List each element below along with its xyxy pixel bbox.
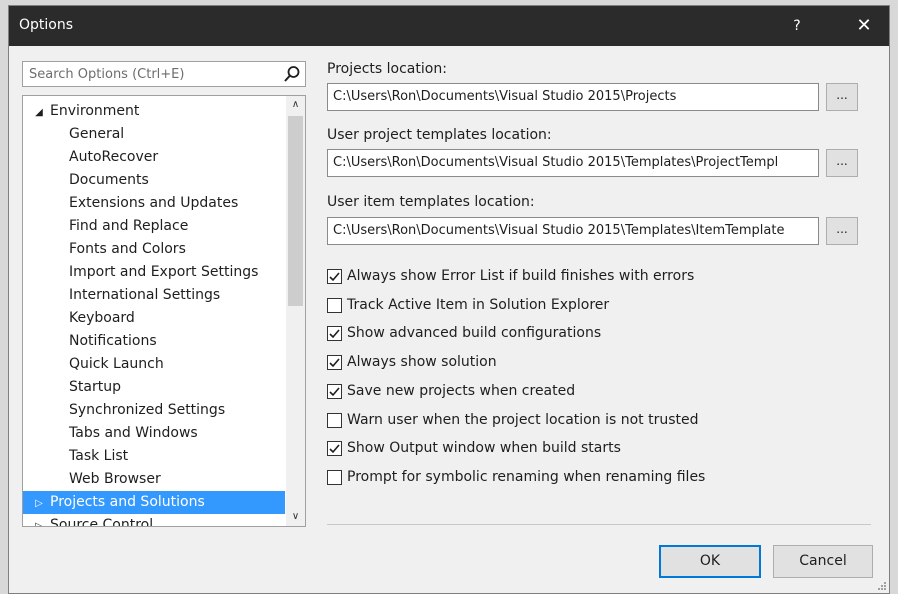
checkbox-label: Show advanced build configurations [347,325,602,342]
resize-grip-icon[interactable] [877,581,887,591]
checkbox-unchecked-icon[interactable] [327,297,342,313]
expanded-arrow-icon[interactable]: ◢ [32,101,46,124]
tree-item-label: Notifications [69,333,157,349]
checkbox-label: Always show solution [347,354,497,371]
tree-item-label: AutoRecover [69,149,159,165]
dialog-title: Options [19,17,74,33]
checkbox-label: Prompt for symbolic renaming when renami… [347,468,706,485]
tree-item[interactable]: Tabs and Windows [23,422,285,445]
tree-item[interactable]: ◢ Environment [23,100,285,123]
checkbox-checked-icon[interactable] [327,326,342,342]
checkbox-label: Warn user when the project location is n… [347,411,699,428]
title-bar: Options ? ✕ [9,6,889,46]
item-templates-field[interactable]: C:\Users\Ron\Documents\Visual Studio 201… [327,217,819,245]
checkbox-label: Show Output window when build starts [347,440,621,457]
tree-item-label: Task List [69,448,129,464]
tree-item[interactable]: Fonts and Colors [23,238,285,261]
tree-item[interactable]: International Settings [23,284,285,307]
close-button[interactable]: ✕ [837,6,891,46]
tree-item[interactable]: Extensions and Updates [23,192,285,215]
collapsed-arrow-icon[interactable]: ▷ [32,492,46,515]
cancel-button[interactable]: Cancel [773,545,873,578]
tree-item-label: Documents [69,172,149,188]
tree-item-label: Extensions and Updates [69,195,239,211]
tree-item-label: Fonts and Colors [69,241,186,257]
tree-item-label: General [69,126,125,142]
tree-item-label: Import and Export Settings [69,264,259,280]
tree-item[interactable]: Keyboard [23,307,285,330]
options-tree: ◢ Environment General AutoRecover Documents E… [22,95,306,527]
project-templates-browse-button[interactable]: ... [826,149,858,177]
tree-item[interactable]: ▷ Projects and Solutions [23,491,285,514]
ok-button[interactable]: OK [659,545,761,578]
projects-location-label: Projects location: [327,61,447,77]
tree-item[interactable]: General [23,123,285,146]
options-dialog: Options ? ✕ ◢Environment General AutoRecov… [8,5,890,594]
checkbox-checked-icon[interactable] [327,383,342,399]
tree-item[interactable]: Web Browser [23,468,285,491]
scroll-up-icon[interactable]: ∧ [286,96,305,114]
tree-scrollbar[interactable]: ∧ ∨ [286,96,305,526]
scrollbar-thumb[interactable] [288,116,303,306]
tree-item[interactable]: Task List [23,445,285,468]
tree-item[interactable]: AutoRecover [23,146,285,169]
collapsed-arrow-icon[interactable]: ▷ [32,515,46,526]
tree-item-label: International Settings [69,287,221,303]
checkbox-label: Save new projects when created [347,382,576,399]
tree-item-label: Quick Launch [69,356,164,372]
checkbox-checked-icon[interactable] [327,355,342,371]
search-icon[interactable] [283,65,301,83]
checkbox-label: Track Active Item in Solution Explorer [347,296,610,313]
tree-item-label: Find and Replace [69,218,189,234]
tree-item[interactable]: Quick Launch [23,353,285,376]
project-templates-field[interactable]: C:\Users\Ron\Documents\Visual Studio 201… [327,149,819,177]
tree-item-label: Environment [50,103,140,119]
tree-item-label: Startup [69,379,121,395]
tree-item[interactable]: ▷ Source Control [23,514,285,527]
tree-item[interactable]: Synchronized Settings [23,399,285,422]
search-box [22,61,306,87]
tree-item-label: Projects and Solutions [50,494,205,510]
tree-item-label: Keyboard [69,310,135,326]
tree-item-label: Synchronized Settings [69,402,226,418]
tree-item[interactable]: Documents [23,169,285,192]
search-input[interactable] [23,62,279,86]
projects-location-browse-button[interactable]: ... [826,83,858,111]
tree-item-label: Tabs and Windows [69,425,198,441]
tree-item[interactable]: Find and Replace [23,215,285,238]
tree-item[interactable]: Notifications [23,330,285,353]
tree-item[interactable]: Import and Export Settings [23,261,285,284]
help-button[interactable]: ? [781,6,813,46]
checkbox-label: Always show Error List if build finishes… [347,268,695,284]
item-templates-browse-button[interactable]: ... [826,217,858,245]
checkbox-unchecked-icon[interactable] [327,469,342,485]
tree-item-label: Web Browser [69,471,161,487]
scroll-down-icon[interactable]: ∨ [286,508,305,526]
project-templates-label: User project templates location: [327,127,552,143]
tree-item[interactable]: Startup [23,376,285,399]
tree-item-label: Source Control [50,517,154,527]
separator [327,524,871,525]
item-templates-label: User item templates location: [327,194,535,210]
projects-location-field[interactable]: C:\Users\Ron\Documents\Visual Studio 201… [327,83,819,111]
checkbox-unchecked-icon[interactable] [327,412,342,428]
checkbox-checked-icon[interactable] [327,269,342,284]
checkbox-checked-icon[interactable] [327,441,342,457]
